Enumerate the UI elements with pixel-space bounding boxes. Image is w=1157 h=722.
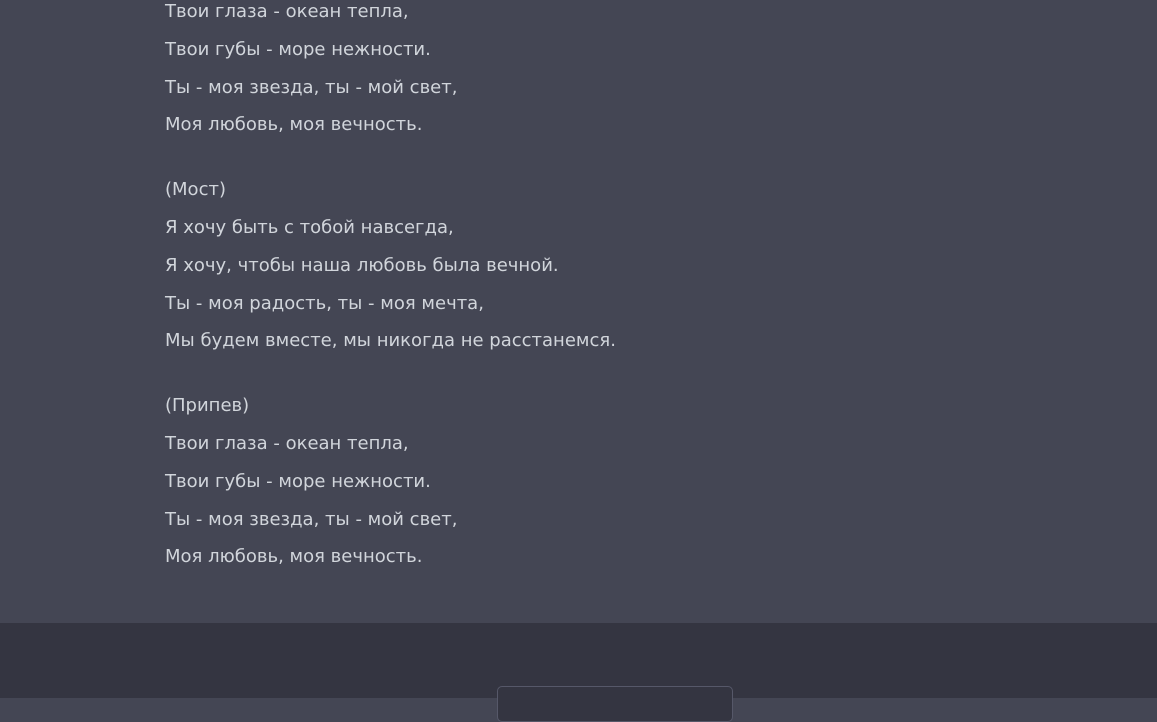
- stanza-bridge: (Мост) Я хочу быть с тобой навсегда, Я х…: [165, 171, 925, 360]
- lyric-line: Твои глаза - океан тепла,: [165, 1, 409, 22]
- lyric-line: Моя любовь, моя вечность.: [165, 114, 423, 136]
- assistant-message-area: Твои глаза - океан тепла, Твои губы - мо…: [0, 0, 1157, 623]
- input-footer-area: [0, 623, 1157, 722]
- lyric-line: Твои глаза - океан тепла,: [165, 432, 409, 454]
- lyric-line: Твои губы - море нежности.: [165, 38, 431, 60]
- stanza-chorus-repeat: (Припев) Твои глаза - океан тепла, Твои …: [165, 387, 925, 576]
- lyric-line: Твои губы - море нежности.: [165, 470, 431, 492]
- lyric-line: Ты - моя звезда, ты - мой свет,: [165, 508, 458, 530]
- stanza-heading: (Припев): [165, 395, 250, 417]
- lyric-line: Ты - моя радость, ты - моя мечта,: [165, 292, 484, 314]
- lyric-line: Я хочу быть с тобой навсегда,: [165, 216, 454, 238]
- lyric-line: Моя любовь, моя вечность.: [165, 546, 423, 568]
- regenerate-response-button[interactable]: [497, 686, 733, 722]
- lyric-line: Я хочу, чтобы наша любовь была вечной.: [165, 254, 559, 276]
- stanza-heading: (Мост): [165, 179, 226, 201]
- lyric-line: Мы будем вместе, мы никогда не расстанем…: [165, 330, 616, 352]
- stanza-chorus: Твои глаза - океан тепла, Твои губы - мо…: [165, 0, 925, 144]
- assistant-message-text: Твои глаза - океан тепла, Твои губы - мо…: [165, 0, 925, 603]
- lyric-line: Ты - моя звезда, ты - мой свет,: [165, 76, 458, 98]
